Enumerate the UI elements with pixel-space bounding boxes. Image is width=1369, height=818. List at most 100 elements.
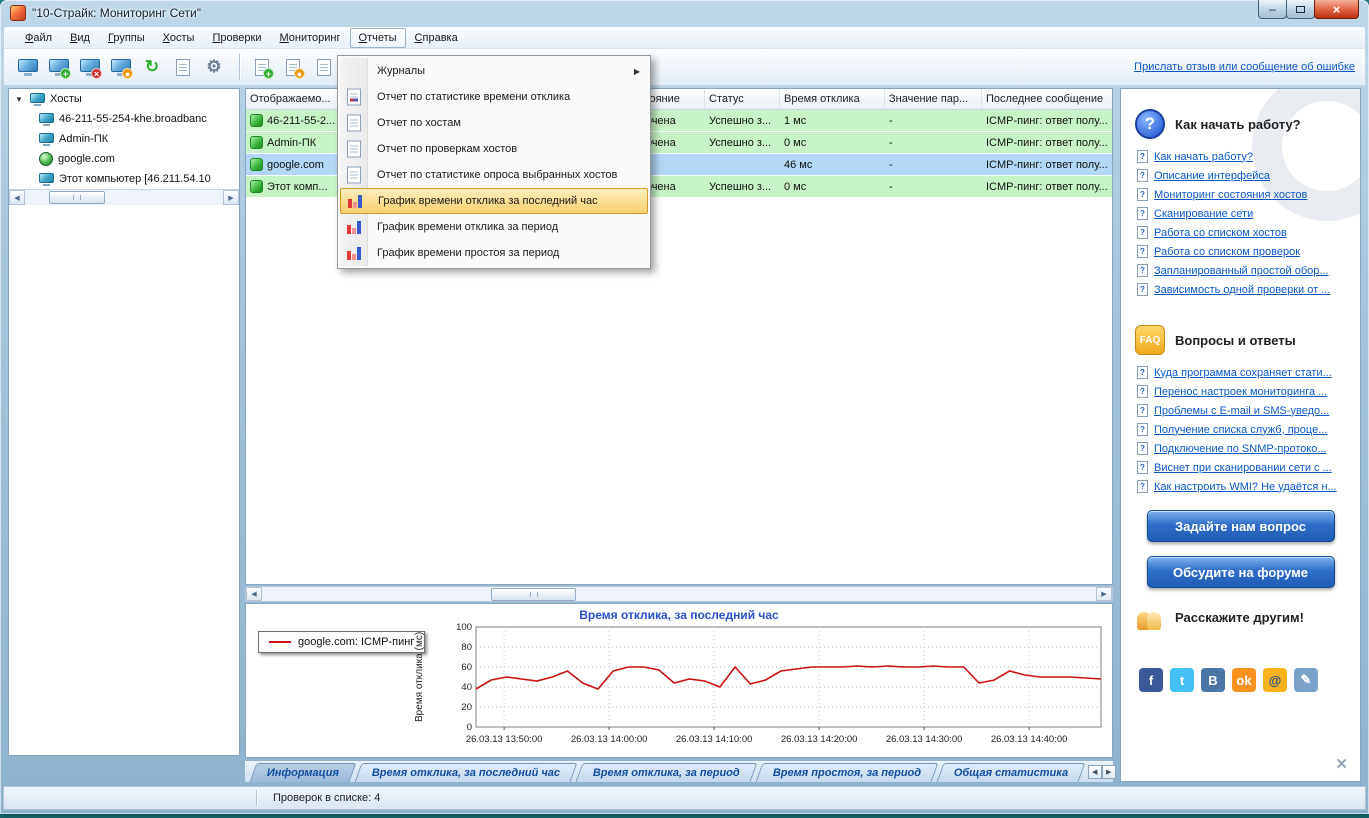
settings-icon[interactable]: ⚙ bbox=[200, 53, 228, 81]
menubar-item-2[interactable]: Группы bbox=[99, 28, 154, 48]
expander-icon[interactable]: ▼ bbox=[15, 95, 25, 104]
faq-link-1[interactable]: Перенос настроек мониторинга ... bbox=[1154, 386, 1327, 398]
menubar-item-6[interactable]: Отчеты bbox=[349, 27, 406, 48]
refresh-icon[interactable]: ↻ bbox=[138, 53, 166, 81]
forum-button[interactable]: Обсудите на форуме bbox=[1146, 556, 1335, 588]
faq-row-5: ? Виснет при сканировании сети с ... bbox=[1137, 458, 1360, 477]
menubar-item-3[interactable]: Хосты bbox=[154, 28, 204, 48]
reports-menu-item-3[interactable]: Отчет по проверкам хостов bbox=[340, 136, 648, 162]
scroll-left-icon[interactable]: ◀ bbox=[246, 587, 262, 601]
facebook-icon[interactable]: f bbox=[1139, 668, 1163, 692]
column-header-5[interactable]: Значение пар... bbox=[885, 89, 982, 109]
tree-item-2[interactable]: google.com bbox=[9, 149, 239, 169]
getting-started-link-7[interactable]: Зависимость одной проверки от ... bbox=[1154, 284, 1330, 296]
journal-icon[interactable] bbox=[310, 53, 338, 81]
tab-4[interactable]: Общая статистика bbox=[937, 763, 1087, 782]
svg-text:60: 60 bbox=[461, 662, 472, 673]
menubar-item-7[interactable]: Справка bbox=[406, 28, 467, 48]
tabs-scroll-left-icon[interactable]: ◀ bbox=[1087, 765, 1102, 779]
cell: google.com bbox=[246, 154, 338, 175]
faq-title: Вопросы и ответы bbox=[1175, 332, 1296, 348]
menubar: Файл Вид Группы Хосты Проверки Мониторинг Отче… bbox=[3, 26, 1366, 48]
menubar-item-0[interactable]: Файл bbox=[16, 28, 61, 48]
reports-menu-item-4[interactable]: Отчет по статистике опроса выбранных хос… bbox=[340, 162, 648, 188]
tree-item-1[interactable]: Admin-ПК bbox=[9, 129, 239, 149]
tree-horizontal-scrollbar[interactable]: ◀ ▶ bbox=[9, 189, 239, 205]
report-icon bbox=[347, 114, 361, 132]
getting-started-row-7: ? Зависимость одной проверки от ... bbox=[1137, 280, 1360, 299]
svg-text:100: 100 bbox=[456, 622, 472, 633]
tab-2[interactable]: Время отклика, за период bbox=[575, 763, 758, 782]
reports-menu-item-0[interactable]: Журналы ▶ bbox=[340, 58, 648, 84]
tabs-scroll-right-icon[interactable]: ▶ bbox=[1101, 765, 1116, 779]
getting-started-link-0[interactable]: Как начать работу? bbox=[1154, 151, 1253, 163]
feedback-link[interactable]: Прислать отзыв или сообщение об ошибке bbox=[1134, 61, 1355, 73]
getting-started-link-5[interactable]: Работа со списком проверок bbox=[1154, 246, 1300, 258]
faq-link-3[interactable]: Получение списка служб, проце... bbox=[1154, 424, 1327, 436]
getting-started-link-1[interactable]: Описание интерфейса bbox=[1154, 170, 1270, 182]
table-horizontal-scrollbar[interactable]: ◀ ▶ bbox=[245, 586, 1113, 602]
minimize-button[interactable]: – bbox=[1258, 0, 1287, 19]
column-header-4[interactable]: Время отклика bbox=[780, 89, 885, 109]
menu-item-label: График времени простоя за период bbox=[377, 247, 560, 259]
odnoklassniki-icon[interactable]: ok bbox=[1232, 668, 1256, 692]
getting-started-row-0: ? Как начать работу? bbox=[1137, 147, 1360, 166]
getting-started-link-3[interactable]: Сканирование сети bbox=[1154, 208, 1253, 220]
menubar-item-5[interactable]: Мониторинг bbox=[271, 28, 350, 48]
cell: - bbox=[889, 158, 893, 171]
tree-item-label: Этот компьютер [46.211.54.10 bbox=[59, 173, 211, 185]
cell: Успешно з... bbox=[709, 180, 772, 193]
faq-link-5[interactable]: Виснет при сканировании сети с ... bbox=[1154, 462, 1332, 474]
tree-root-hosts[interactable]: ▼ Хосты bbox=[9, 89, 239, 109]
scroll-right-icon[interactable]: ▶ bbox=[1096, 587, 1112, 601]
faq-link-6[interactable]: Как настроить WMI? Не удаётся н... bbox=[1154, 481, 1337, 493]
menubar-item-1[interactable]: Вид bbox=[61, 28, 99, 48]
cell: 46-211-55-2... bbox=[246, 110, 338, 131]
twitter-icon[interactable]: t bbox=[1170, 668, 1194, 692]
help-doc-icon: ? bbox=[1137, 188, 1148, 201]
reports-menu-item-2[interactable]: Отчет по хостам bbox=[340, 110, 648, 136]
faq-link-0[interactable]: Куда программа сохраняет стати... bbox=[1154, 367, 1332, 379]
tab-0[interactable]: Информация bbox=[249, 763, 357, 782]
getting-started-link-2[interactable]: Мониторинг состояния хостов bbox=[1154, 189, 1307, 201]
titlebar[interactable]: "10-Страйк: Мониторинг Сети" – × bbox=[0, 0, 1369, 26]
reports-menu-item-1[interactable]: Отчет по статистике времени отклика bbox=[340, 84, 648, 110]
edit-check-icon[interactable]: ● bbox=[279, 53, 307, 81]
scroll-thumb[interactable] bbox=[49, 191, 105, 204]
reports-menu-item-6[interactable]: График времени отклика за период bbox=[340, 214, 648, 240]
close-button[interactable]: × bbox=[1314, 0, 1359, 19]
tab-3[interactable]: Время простоя, за период bbox=[755, 763, 939, 782]
column-header-6[interactable]: Последнее сообщение bbox=[982, 89, 1112, 109]
column-header-0[interactable]: Отображаемо... bbox=[246, 89, 338, 109]
getting-started-row-1: ? Описание интерфейса bbox=[1137, 166, 1360, 185]
getting-started-link-6[interactable]: Запланированный простой обор... bbox=[1154, 265, 1329, 277]
mail-ru-icon[interactable]: @ bbox=[1263, 668, 1287, 692]
add-host-icon[interactable]: + bbox=[45, 53, 73, 81]
reports-menu-item-5[interactable]: График времени отклика за последний час bbox=[340, 188, 648, 214]
scroll-thumb[interactable] bbox=[491, 588, 576, 601]
help-panel-close-icon[interactable]: ✕ bbox=[1335, 755, 1348, 773]
faq-link-2[interactable]: Проблемы с E-mail и SMS-уведо... bbox=[1154, 405, 1329, 417]
scroll-right-icon[interactable]: ▶ bbox=[223, 190, 239, 205]
vk-icon[interactable]: В bbox=[1201, 668, 1225, 692]
column-header-3[interactable]: Статус bbox=[705, 89, 780, 109]
network-scan-icon[interactable] bbox=[14, 53, 42, 81]
delete-host-icon[interactable]: × bbox=[76, 53, 104, 81]
reports-menu-item-7[interactable]: График времени простоя за период bbox=[340, 240, 648, 266]
getting-started-link-4[interactable]: Работа со списком хостов bbox=[1154, 227, 1287, 239]
app-window: "10-Страйк: Мониторинг Сети" – × Файл Вид… bbox=[0, 0, 1369, 814]
tree-item-3[interactable]: Этот компьютер [46.211.54.10 bbox=[9, 169, 239, 189]
livejournal-icon[interactable]: ✎ bbox=[1294, 668, 1318, 692]
host-list-icon[interactable] bbox=[169, 53, 197, 81]
tab-1[interactable]: Время отклика, за последний час bbox=[354, 763, 578, 782]
help-doc-icon: ? bbox=[1137, 366, 1148, 379]
ask-question-button[interactable]: Задайте нам вопрос bbox=[1146, 510, 1335, 542]
scroll-left-icon[interactable]: ◀ bbox=[9, 190, 25, 205]
tree-item-0[interactable]: 46-211-55-254-khe.broadbanc bbox=[9, 109, 239, 129]
host-properties-icon[interactable]: ● bbox=[107, 53, 135, 81]
window-title: "10-Страйк: Мониторинг Сети" bbox=[32, 6, 202, 20]
menubar-item-4[interactable]: Проверки bbox=[203, 28, 270, 48]
maximize-button[interactable] bbox=[1286, 0, 1315, 19]
faq-link-4[interactable]: Подключение по SNMP-протоко... bbox=[1154, 443, 1327, 455]
add-check-icon[interactable]: + bbox=[248, 53, 276, 81]
